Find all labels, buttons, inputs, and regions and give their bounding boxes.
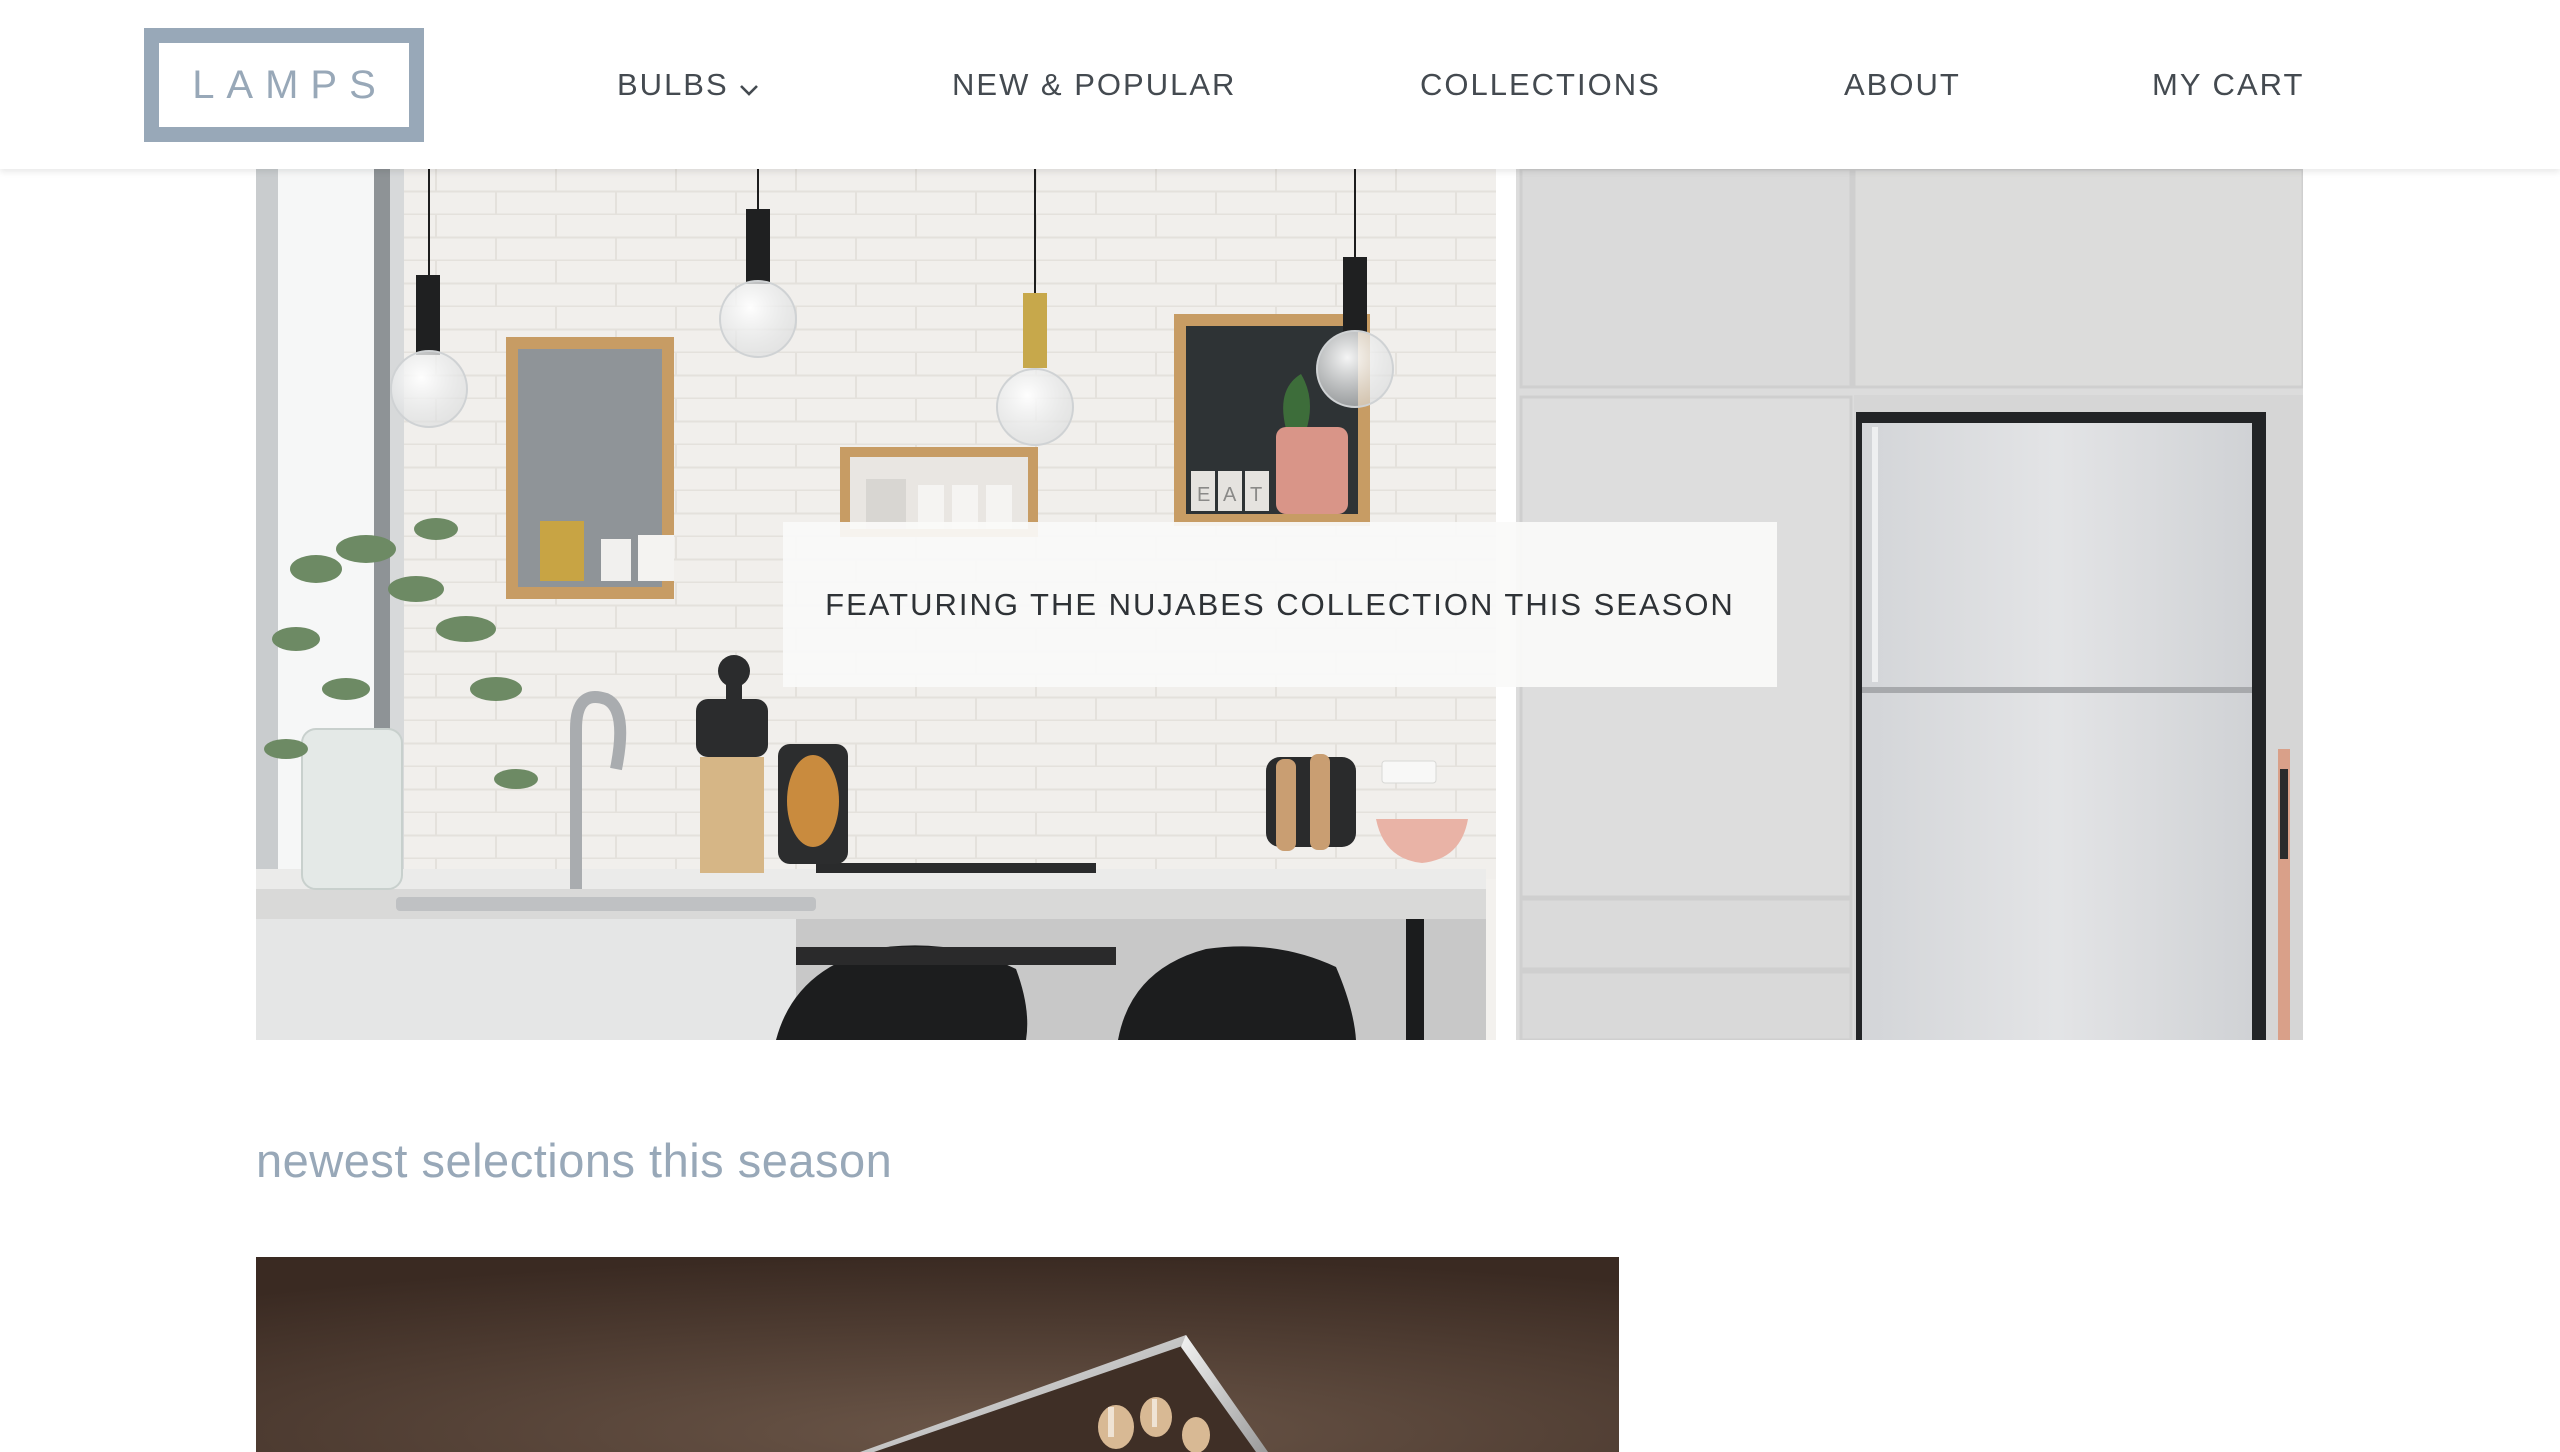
nav-collections[interactable]: COLLECTIONS bbox=[1420, 62, 1661, 108]
nav-my-cart-label: MY CART bbox=[2152, 67, 2305, 102]
hero-section: E A T FEATURING THE NUJABES COLLECTION T… bbox=[256, 169, 2303, 1040]
nav-about[interactable]: ABOUT bbox=[1844, 62, 1961, 108]
nav-new-popular[interactable]: NEW & POPULAR bbox=[952, 62, 1236, 108]
nav-my-cart[interactable]: MY CART bbox=[2152, 62, 2304, 108]
product-card-image[interactable] bbox=[256, 1257, 1619, 1452]
hero-banner-text: FEATURING THE NUJABES COLLECTION THIS SE… bbox=[825, 586, 1735, 622]
site-header: LAMPS BULBS NEW & POPULAR COLLECTIONS AB… bbox=[0, 0, 2560, 169]
nav-collections-label: COLLECTIONS bbox=[1420, 67, 1661, 102]
nav-bulbs-label: BULBS bbox=[617, 67, 729, 102]
logo-text: LAMPS bbox=[192, 62, 388, 107]
nav-bulbs[interactable]: BULBS bbox=[617, 62, 759, 108]
nav-about-label: ABOUT bbox=[1844, 67, 1961, 102]
hero-banner[interactable]: FEATURING THE NUJABES COLLECTION THIS SE… bbox=[783, 522, 1777, 687]
chandelier-product-image bbox=[256, 1257, 1619, 1452]
section-title: newest selections this season bbox=[256, 1134, 893, 1187]
jar-letter-a: A bbox=[1223, 484, 1237, 506]
chevron-down-icon bbox=[739, 64, 759, 110]
logo-link[interactable]: LAMPS bbox=[144, 28, 424, 142]
jar-letter-e: E bbox=[1197, 484, 1210, 506]
nav-new-popular-label: NEW & POPULAR bbox=[952, 67, 1237, 102]
jar-letter-t: T bbox=[1250, 484, 1262, 506]
